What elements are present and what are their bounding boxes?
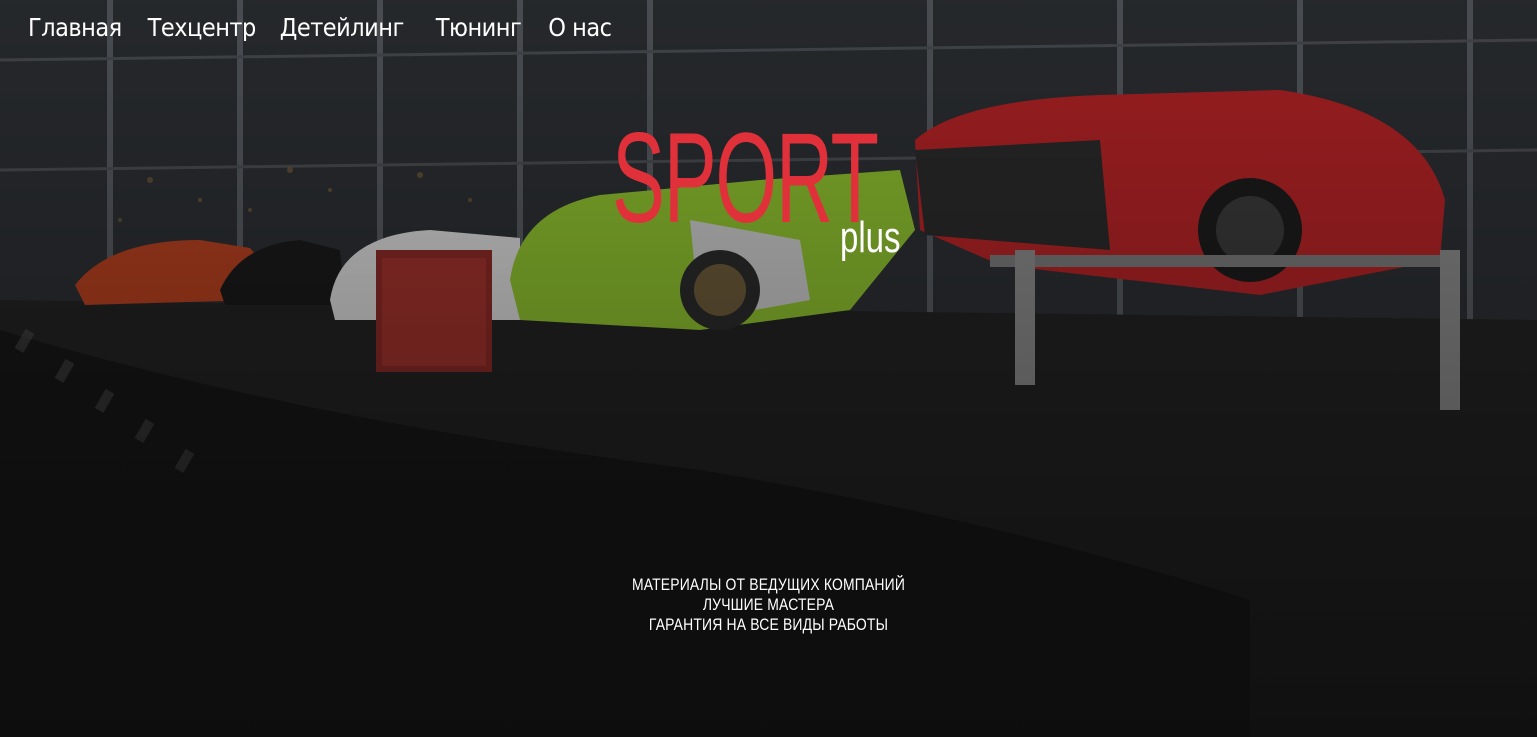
nav-link-home[interactable]: Главная xyxy=(28,10,122,46)
brand-logo: SPORT plus xyxy=(612,115,912,275)
tagline-list: МАТЕРИАЛЫ ОТ ВЕДУЩИХ КОМПАНИЙ ЛУЧШИЕ МАС… xyxy=(0,575,1537,635)
nav-link-about[interactable]: О нас xyxy=(548,10,612,46)
main-navigation: Главная Техцентр Детейлинг Тюнинг О нас xyxy=(28,10,612,46)
logo-main-text: SPORT xyxy=(612,107,879,250)
tagline-masters: ЛУЧШИЕ МАСТЕРА xyxy=(702,595,835,614)
nav-link-tuning[interactable]: Тюнинг xyxy=(436,10,522,46)
hero-section: Главная Техцентр Детейлинг Тюнинг О нас … xyxy=(0,0,1537,737)
tagline-guarantee: ГАРАНТИЯ НА ВСЕ ВИДЫ РАБОТЫ xyxy=(648,615,889,634)
nav-link-tech-center[interactable]: Техцентр xyxy=(148,10,257,46)
logo-sub-text: plus xyxy=(840,213,901,262)
nav-link-detailing[interactable]: Детейлинг xyxy=(280,10,405,46)
tagline-materials: МАТЕРИАЛЫ ОТ ВЕДУЩИХ КОМПАНИЙ xyxy=(631,575,906,594)
